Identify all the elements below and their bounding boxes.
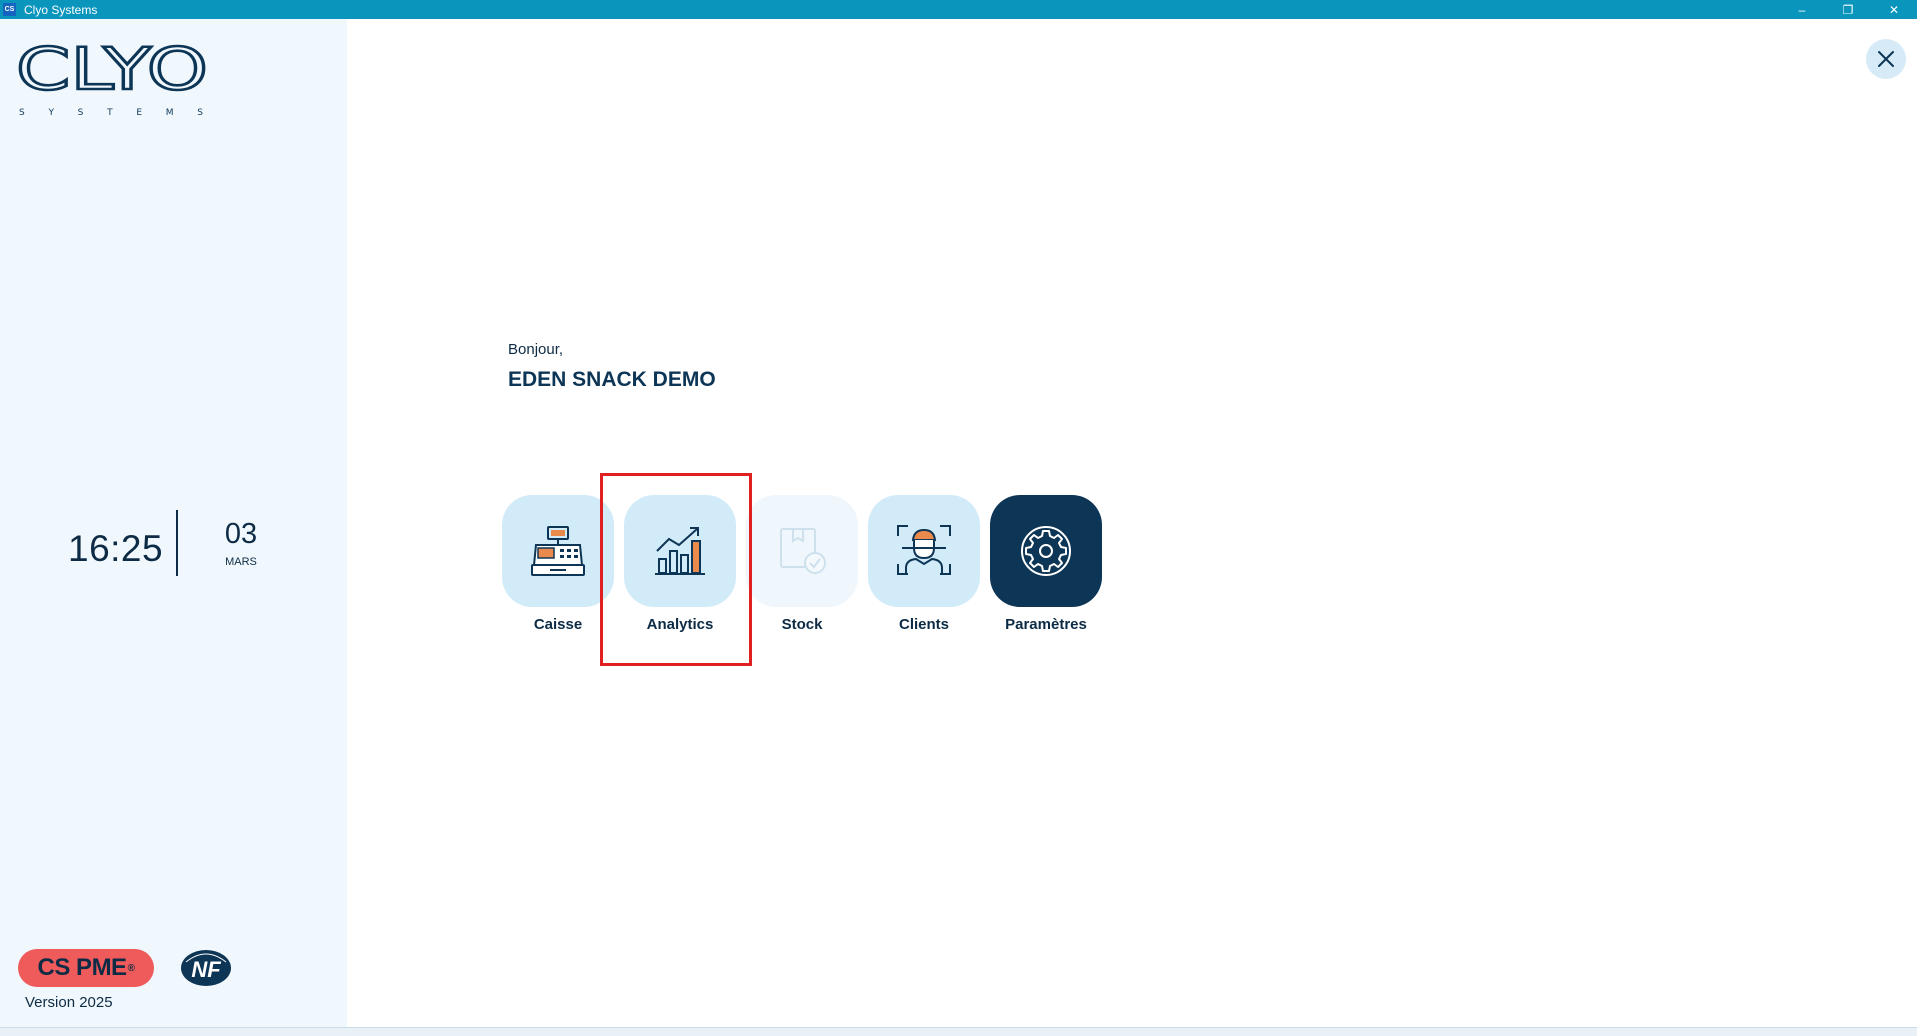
window-controls: – ❐ ✕	[1779, 0, 1917, 19]
tile-stock-label: Stock	[781, 616, 823, 633]
window-title: Clyo Systems	[24, 2, 98, 17]
window-close-button[interactable]: ✕	[1871, 0, 1917, 19]
clock-day: 03	[224, 518, 258, 550]
clock-divider	[176, 510, 178, 576]
registered-mark: ®	[127, 962, 135, 974]
tile-caisse[interactable]: Caisse	[502, 495, 614, 633]
client-face-icon	[897, 525, 951, 575]
tile-clients[interactable]: Clients	[868, 495, 980, 633]
bottom-edge	[0, 1027, 1917, 1036]
cash-register-icon	[531, 526, 585, 576]
logo-sub-text: SYSTEMS	[19, 108, 203, 118]
tile-caisse-label: Caisse	[533, 616, 583, 633]
analytics-highlight-box	[600, 473, 752, 666]
close-button[interactable]	[1866, 39, 1906, 79]
clock: 16:25 03 MARS	[0, 510, 347, 576]
tile-caisse-button[interactable]	[502, 495, 614, 607]
tile-clients-label: Clients	[898, 616, 949, 633]
tile-parametres[interactable]: Paramètres	[990, 495, 1102, 633]
clock-month: MARS	[225, 556, 257, 568]
tile-clients-button[interactable]	[868, 495, 980, 607]
clyo-logo: CLYO SYSTEMS	[16, 37, 209, 118]
app-icon: CS	[3, 3, 16, 16]
sidebar: CLYO SYSTEMS 16:25 03 MARS CS PME ® NF Ve…	[0, 19, 347, 1027]
close-icon	[1878, 51, 1894, 67]
nf-logo-text: NF	[191, 957, 221, 982]
clock-time: 16:25	[68, 528, 164, 569]
version-label: Version 2025	[25, 994, 113, 1011]
minimize-button[interactable]: –	[1779, 0, 1825, 19]
store-name: EDEN SNACK DEMO	[508, 368, 716, 391]
greeting-text: Bonjour,	[508, 341, 564, 358]
title-bar: CS Clyo Systems – ❐ ✕	[0, 0, 1917, 19]
nf-certification-logo: NF	[181, 950, 231, 986]
tile-parametres-button[interactable]	[990, 495, 1102, 607]
stock-box-icon	[780, 528, 826, 574]
cs-pme-badge: CS PME ®	[18, 949, 154, 987]
tile-parametres-label: Paramètres	[1005, 616, 1087, 633]
logo-main-text: CLYO	[16, 37, 208, 103]
gear-icon	[1021, 526, 1071, 576]
tile-stock-button	[746, 495, 858, 607]
cs-pme-label: CS PME	[37, 954, 128, 981]
tile-stock: Stock	[746, 495, 858, 633]
restore-button[interactable]: ❐	[1825, 0, 1871, 19]
